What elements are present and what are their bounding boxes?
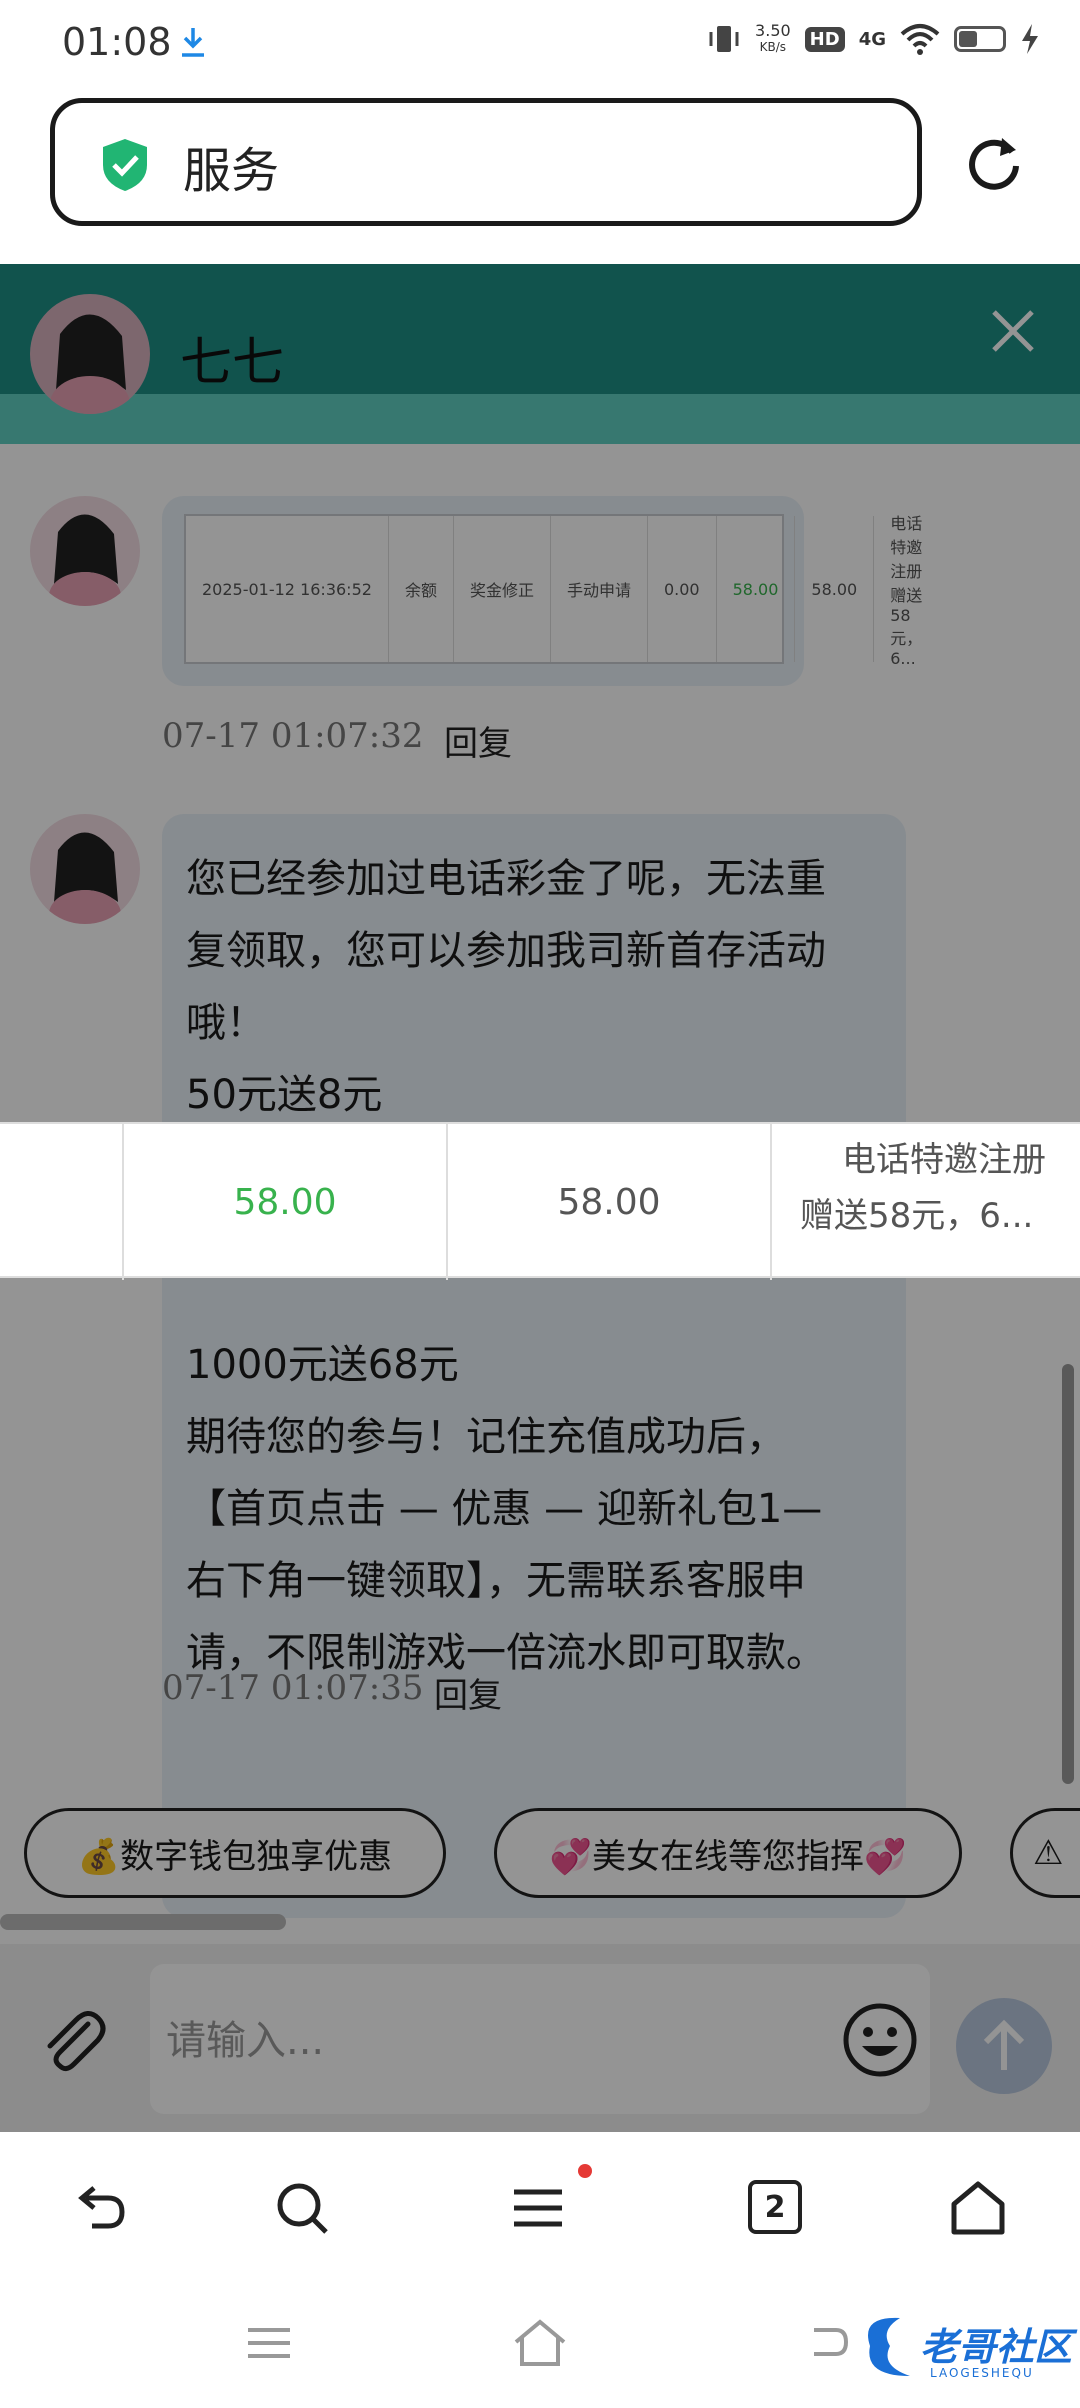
message-avatar [30, 496, 140, 606]
message-line: 哦！ [186, 1000, 266, 1046]
record-thumbnail: 2025-01-12 16:36:52 余额 奖金修正 手动申请 0.00 58… [184, 514, 922, 668]
message-input[interactable]: 请输入... [150, 1964, 930, 2114]
table-cell-balance: 58.00 [446, 1124, 770, 1280]
tabs-button[interactable]: 2 [748, 2180, 802, 2234]
arrow-up-icon [983, 2019, 1025, 2070]
download-icon [182, 28, 204, 57]
chat-header [0, 264, 1080, 394]
clock: 01:08 [62, 20, 172, 64]
text-message: 您已经参加过电话彩金了呢，无法重 复领取，您可以参加我司新首存活动 哦！ 50元… [162, 814, 906, 1918]
watermark-subtext: LAOGESHEQU [930, 2366, 1034, 2380]
message-time: 07-17 01:07:35 [162, 1668, 424, 1708]
emoji-icon[interactable] [840, 2000, 920, 2080]
chips-scrollbar[interactable] [0, 1914, 286, 1930]
message-line: 复领取，您可以参加我司新首存活动 [186, 928, 826, 974]
reply-link[interactable]: 回复 [434, 1668, 502, 1717]
quick-reply-chip[interactable]: 💰数字钱包独享优惠 [24, 1808, 446, 1898]
system-nav-bar: 老哥社区 LAOGESHEQU [0, 2282, 1080, 2408]
zoomed-table-row[interactable]: 58.00 58.00 电话特邀注册 赠送58元，6... [0, 1122, 1080, 1280]
attachment-icon[interactable] [36, 2002, 112, 2078]
agent-avatar [30, 294, 150, 414]
browser-toolbar: 2 [0, 2132, 1080, 2282]
chat-scrollbar[interactable] [1062, 1364, 1074, 1784]
signal-4g: 4G [858, 28, 886, 50]
table-cell [0, 1124, 122, 1280]
reply-link[interactable]: 回复 [444, 716, 512, 765]
send-button[interactable] [956, 1998, 1052, 2094]
table-cell-amount: 58.00 [122, 1124, 446, 1280]
table-cell-note: 电话特邀注册 赠送58元，6... [770, 1124, 1080, 1280]
battery-icon [954, 26, 1006, 52]
quick-reply-chip[interactable]: ⚠ [1010, 1808, 1080, 1898]
home-icon[interactable] [948, 2178, 1008, 2238]
back-icon[interactable] [70, 2178, 130, 2238]
vibrate-icon [709, 26, 739, 52]
hd-badge: HD [804, 26, 845, 52]
shield-check-icon [103, 139, 147, 191]
status-bar: 01:08 3.50 KB/s HD 4G [0, 0, 1080, 86]
image-message[interactable]: 2025-01-12 16:36:52 余额 奖金修正 手动申请 0.00 58… [162, 496, 922, 686]
composer: 请输入... [0, 1944, 1080, 2132]
recents-icon[interactable] [244, 2318, 294, 2368]
chat-header-band [0, 394, 1080, 444]
home-nav-icon[interactable] [510, 2316, 570, 2370]
close-icon[interactable] [986, 304, 1040, 358]
message-avatar [30, 814, 140, 924]
message-line: 期待您的参与！记住充值成功后， [186, 1414, 786, 1460]
message-time: 07-17 01:07:32 [162, 716, 424, 756]
message-line: 【首页点击 — 优惠 — 迎新礼包1— [186, 1486, 823, 1532]
message-line: 您已经参加过电话彩金了呢，无法重 [186, 856, 826, 902]
wifi-icon [900, 24, 940, 55]
menu-icon[interactable] [508, 2178, 568, 2238]
agent-name: 七七 [180, 333, 285, 393]
search-icon[interactable] [272, 2178, 332, 2238]
back-nav-icon[interactable] [800, 2316, 850, 2366]
notification-dot [578, 2164, 592, 2178]
address-bar[interactable]: 服务 [50, 98, 922, 226]
charging-icon [1022, 24, 1038, 54]
message-line: 右下角一键领取】，无需联系客服申 [186, 1558, 806, 1604]
address-text: 服务 [183, 143, 280, 199]
message-line: 50元送8元 [186, 1072, 383, 1118]
watermark-text: 老哥社区 [920, 2325, 1073, 2369]
message-line: 1000元送68元 [186, 1342, 459, 1388]
input-placeholder: 请输入... [166, 2018, 325, 2064]
reload-icon[interactable] [962, 130, 1026, 194]
net-speed: 3.50 KB/s [755, 21, 791, 55]
quick-reply-chip[interactable]: 💞美女在线等您指挥💞 [494, 1808, 962, 1898]
quick-replies: 💰数字钱包独享优惠 💞美女在线等您指挥💞 ⚠ [0, 1798, 1080, 1908]
